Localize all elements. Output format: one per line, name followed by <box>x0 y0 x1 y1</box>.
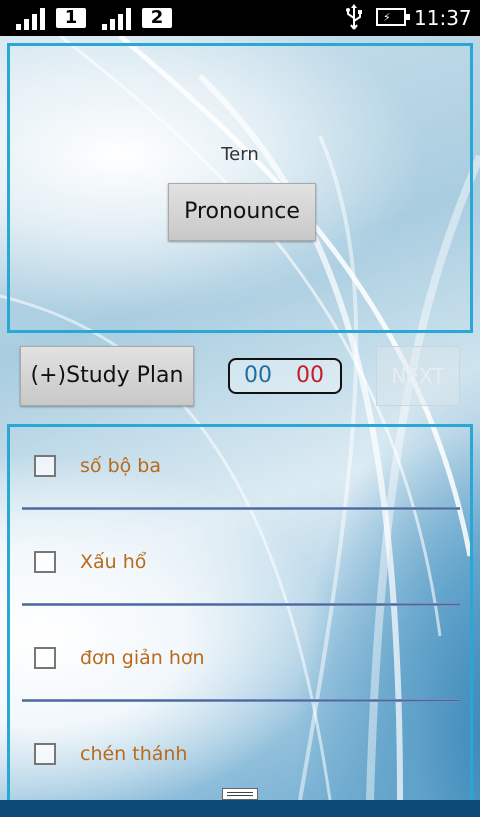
answer-checkbox[interactable] <box>34 455 56 477</box>
battery-charging-icon: ⚡ <box>376 8 410 26</box>
signal-strength-icon <box>102 6 136 30</box>
divider <box>22 603 460 606</box>
drawer-handle[interactable] <box>222 788 258 800</box>
answer-item[interactable]: Xấu hổ <box>10 529 470 625</box>
usb-icon <box>346 4 362 30</box>
answer-label: chén thánh <box>80 743 188 765</box>
sim1-badge: 1 <box>56 8 86 28</box>
clock: 11:37 <box>414 6 472 30</box>
answer-list: số bộ ba Xấu hổ đơn giản hơn chén thánh <box>7 424 473 800</box>
status-bar: 1 2 ⚡ 11:37 <box>0 0 480 36</box>
app-content: Tern Pronounce (+)Study Plan 00 00 NEXT … <box>0 36 480 800</box>
answer-label: số bộ ba <box>80 455 161 477</box>
next-button[interactable]: NEXT <box>376 346 460 406</box>
answer-checkbox[interactable] <box>34 743 56 765</box>
divider <box>22 507 460 510</box>
timer-display: 00 00 <box>228 358 342 394</box>
timer-minutes: 00 <box>244 363 272 388</box>
answer-label: Xấu hổ <box>80 551 147 573</box>
answer-item[interactable]: đơn giản hơn <box>10 625 470 721</box>
signal-strength-icon <box>16 6 50 30</box>
pronounce-button[interactable]: Pronounce <box>168 183 316 241</box>
divider <box>22 699 460 702</box>
timer-seconds: 00 <box>296 363 324 388</box>
term-label: Tern <box>221 144 259 165</box>
term-panel: Tern Pronounce <box>7 43 473 333</box>
sim2-badge: 2 <box>142 8 172 28</box>
answer-item[interactable]: số bộ ba <box>10 433 470 529</box>
answer-checkbox[interactable] <box>34 551 56 573</box>
study-plan-button[interactable]: (+)Study Plan <box>20 346 194 406</box>
answer-item[interactable]: chén thánh <box>10 721 470 817</box>
answer-label: đơn giản hơn <box>80 647 205 669</box>
answer-checkbox[interactable] <box>34 647 56 669</box>
